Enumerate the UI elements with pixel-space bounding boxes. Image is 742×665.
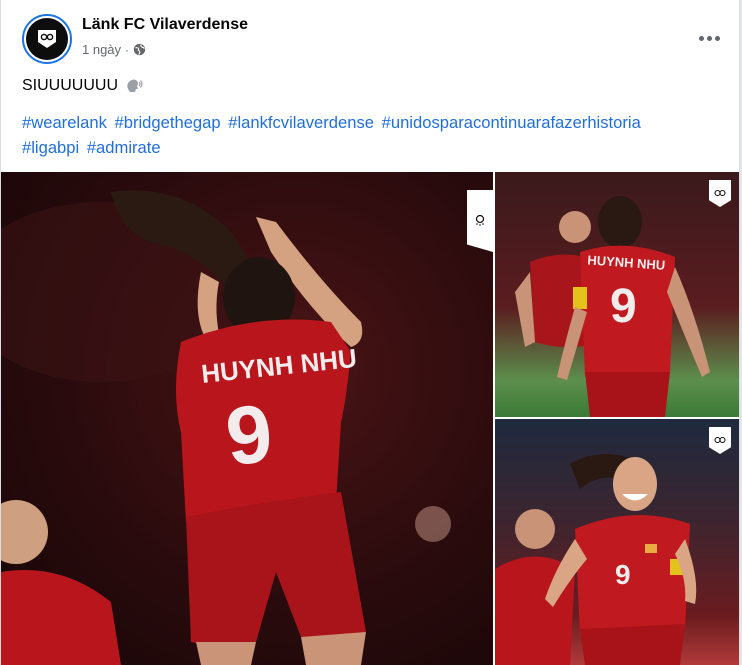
player-celebration-image: HUYNH NHU 9 bbox=[1, 190, 451, 665]
more-dot-icon bbox=[706, 35, 712, 41]
post-meta: 1 ngày · bbox=[82, 42, 146, 57]
jersey-number-text: 9 bbox=[222, 388, 277, 483]
jersey-number-text: 9 bbox=[615, 559, 631, 590]
page-name-link[interactable]: Länk FC Vilaverdense bbox=[82, 16, 248, 34]
post-header: Länk FC Vilaverdense 1 ngày · bbox=[22, 12, 739, 64]
meta-separator: · bbox=[125, 42, 130, 57]
hashtag-link[interactable]: #bridgethegap bbox=[115, 113, 221, 132]
globe-icon bbox=[133, 43, 146, 56]
player-smiling-image: 9 bbox=[495, 454, 697, 665]
photo-top-right[interactable]: HUYNH NHU 9 bbox=[495, 172, 739, 417]
photo-grid: HUYNH NHU 9 HUYNH NHU 9 9 bbox=[1, 172, 739, 665]
post-caption: SIUUUUUUU bbox=[22, 76, 144, 96]
club-crest-icon bbox=[26, 18, 68, 60]
more-options-button[interactable] bbox=[691, 20, 727, 56]
photo-main[interactable]: HUYNH NHU 9 bbox=[1, 172, 493, 665]
hashtag-link[interactable]: #ligabpi bbox=[22, 138, 79, 157]
club-crest-icon bbox=[467, 190, 493, 252]
caption-text: SIUUUUUUU bbox=[22, 77, 118, 94]
hashtag-link[interactable]: #admirate bbox=[87, 138, 161, 157]
more-dot-icon bbox=[714, 35, 720, 41]
more-dot-icon bbox=[698, 35, 704, 41]
player-running-image: HUYNH NHU 9 bbox=[515, 196, 710, 417]
page-avatar[interactable] bbox=[22, 14, 72, 64]
photo-bottom-right[interactable]: 9 bbox=[495, 419, 739, 665]
post-timestamp[interactable]: 1 ngày bbox=[82, 42, 121, 57]
hashtag-link[interactable]: #wearelank bbox=[22, 113, 107, 132]
hashtag-link[interactable]: #unidosparacontinuarafazerhistoria bbox=[382, 113, 641, 132]
hashtag-list: #wearelank #bridgethegap #lankfcvilaverd… bbox=[22, 110, 722, 160]
speaking-head-icon bbox=[124, 76, 144, 96]
hashtag-link[interactable]: #lankfcvilaverdense bbox=[228, 113, 374, 132]
jersey-number-text: 9 bbox=[610, 280, 637, 333]
facebook-post: Länk FC Vilaverdense 1 ngày · SIUUUUUUU … bbox=[0, 0, 740, 665]
